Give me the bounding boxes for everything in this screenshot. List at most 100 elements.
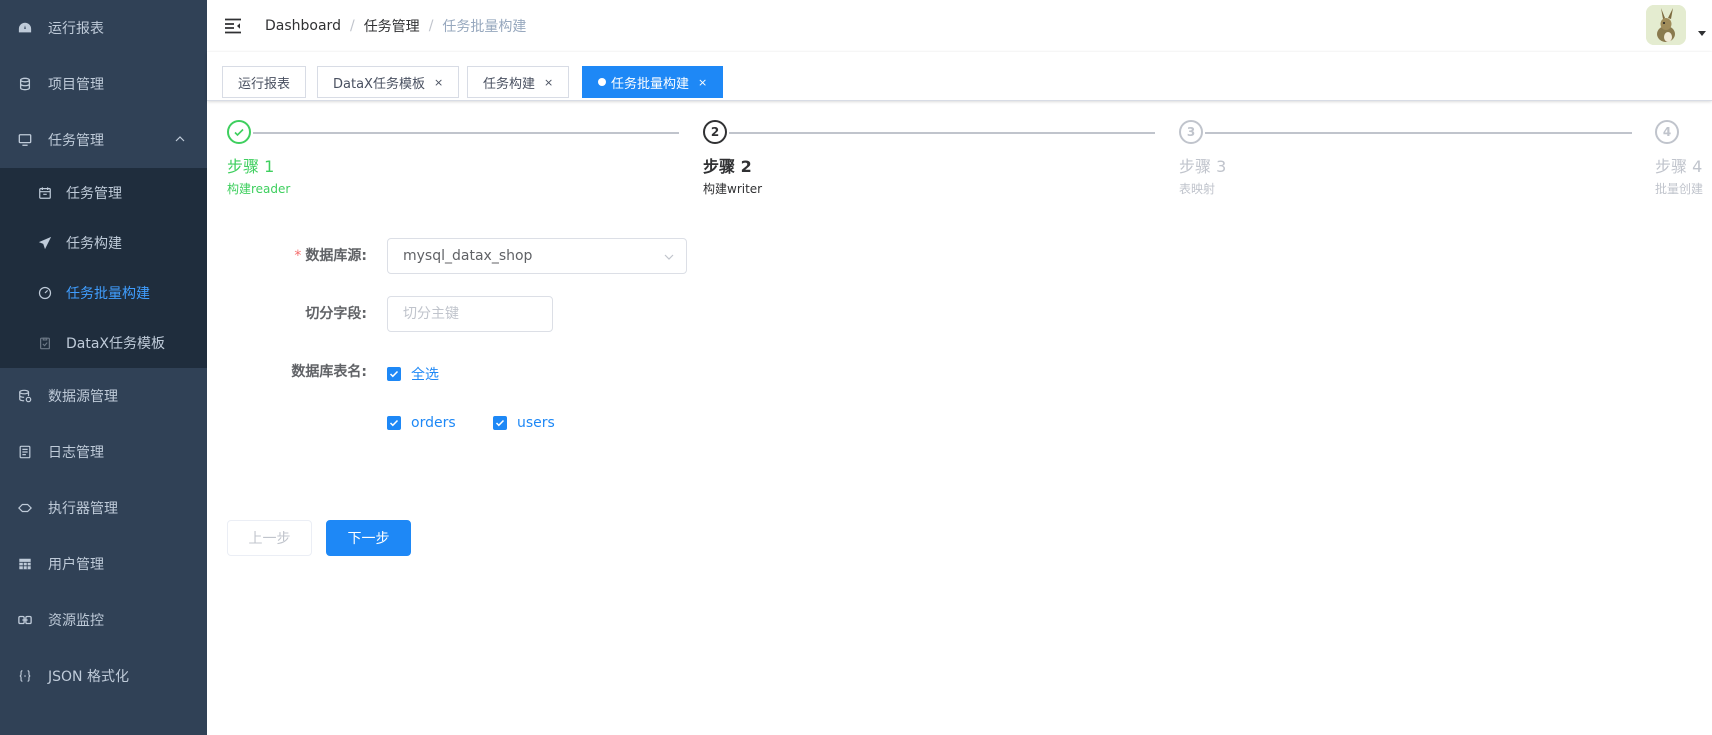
table-checkbox-users[interactable]: users — [493, 415, 555, 431]
table-checkbox-orders[interactable]: orders — [387, 415, 456, 431]
sidebar-item-label: 任务管理 — [48, 133, 104, 149]
table-icon — [18, 557, 32, 571]
datasource-select-value: mysql_datax_shop — [403, 248, 533, 264]
tag-batch-build[interactable]: 任务批量构建 × — [582, 66, 724, 98]
step-1-check-icon — [227, 120, 251, 144]
sidebar-item-executors[interactable]: 执行器管理 — [0, 480, 207, 536]
sidebar-item-label: 项目管理 — [48, 77, 104, 93]
step-line — [253, 132, 679, 134]
submenu-item-task-management[interactable]: 任务管理 — [0, 168, 207, 218]
breadcrumb: Dashboard / 任务管理 / 任务批量构建 — [265, 0, 526, 52]
step-3-title: 步骤 3 — [1179, 157, 1227, 176]
step-4-icon: 4 — [1655, 120, 1679, 144]
chevron-up-icon — [175, 136, 185, 142]
step-3-icon: 3 — [1179, 120, 1203, 144]
breadcrumb-separator: / — [349, 18, 355, 34]
select-all-checkbox[interactable]: 全选 — [387, 364, 439, 384]
sidebar: 运行报表 项目管理 任务管理 任务管理 任务构建 任务批量构建 DataX任务模… — [0, 0, 207, 735]
database-icon — [18, 77, 32, 91]
sidebar-item-label: 数据源管理 — [48, 389, 118, 405]
checkbox-checked-icon — [493, 416, 507, 430]
step-2-icon: 2 — [703, 120, 727, 144]
dashboard-icon — [18, 21, 32, 35]
avatar[interactable] — [1646, 5, 1686, 45]
submenu-item-label: 任务管理 — [66, 186, 122, 202]
executor-icon — [18, 501, 32, 515]
step-1-description: 构建reader — [227, 182, 291, 196]
submenu-item-label: 任务批量构建 — [66, 286, 150, 302]
split-field-input[interactable] — [387, 296, 553, 332]
step-1-title: 步骤 1 — [227, 157, 275, 176]
sidebar-item-datasource[interactable]: 数据源管理 — [0, 368, 207, 424]
caret-down-icon[interactable] — [1698, 31, 1706, 36]
datasource-icon — [18, 389, 32, 403]
sidebar-item-task-management[interactable]: 任务管理 — [0, 112, 207, 168]
steps: 步骤 1 构建reader 2 步骤 2 构建writer 3 步骤 3 表映射… — [227, 120, 1712, 200]
step-2-title: 步骤 2 — [703, 157, 752, 176]
select-all-label: 全选 — [411, 367, 439, 383]
tag-label: DataX任务模板 — [333, 76, 425, 92]
tag-datax-template[interactable]: DataX任务模板 × — [317, 66, 460, 98]
step-4-description: 批量创建 — [1655, 182, 1704, 196]
step-line — [729, 132, 1155, 134]
submenu-item-batch-build[interactable]: 任务批量构建 — [0, 268, 207, 318]
sidebar-item-label: 运行报表 — [48, 21, 104, 37]
submenu-item-label: 任务构建 — [66, 236, 122, 252]
close-icon[interactable]: × — [698, 76, 707, 89]
step-3-description: 表映射 — [1179, 182, 1216, 196]
table-checkbox-label: orders — [411, 415, 456, 431]
required-mark: * — [294, 248, 302, 264]
sidebar-item-label: 执行器管理 — [48, 501, 118, 517]
document-icon — [18, 445, 32, 459]
prev-step-button[interactable]: 上一步 — [227, 520, 312, 556]
sidebar-item-resource-monitor[interactable]: 资源监控 — [0, 592, 207, 648]
close-icon[interactable]: × — [544, 76, 553, 89]
tags-view: 运行报表 DataX任务模板 × 任务构建 × 任务批量构建 × — [207, 52, 1712, 101]
checkbox-checked-icon — [387, 416, 401, 430]
sidebar-item-logs[interactable]: 日志管理 — [0, 424, 207, 480]
breadcrumb-home[interactable]: Dashboard — [265, 18, 341, 34]
submenu-item-task-build[interactable]: 任务构建 — [0, 218, 207, 268]
datasource-label-text: 数据库源: — [305, 248, 367, 264]
hamburger-icon[interactable] — [223, 16, 243, 36]
sidebar-item-label: 日志管理 — [48, 445, 104, 461]
sidebar-item-label: JSON 格式化 — [48, 669, 129, 685]
monitor-icon — [18, 133, 32, 147]
breadcrumb-parent: 任务管理 — [363, 19, 420, 35]
paper-plane-icon — [38, 236, 52, 250]
task-submenu: 任务管理 任务构建 任务批量构建 DataX任务模板 — [0, 168, 207, 368]
step-line — [1205, 132, 1632, 134]
monitor-link-icon — [18, 613, 32, 627]
checkbox-checked-icon — [387, 367, 401, 381]
tag-label: 运行报表 — [238, 76, 291, 92]
submenu-item-datax-template[interactable]: DataX任务模板 — [0, 318, 207, 368]
sidebar-item-users[interactable]: 用户管理 — [0, 536, 207, 592]
submenu-item-label: DataX任务模板 — [66, 336, 166, 352]
navbar: Dashboard / 任务管理 / 任务批量构建 — [207, 0, 1712, 53]
active-dot-icon — [598, 78, 606, 86]
sidebar-item-label: 用户管理 — [48, 557, 104, 573]
sidebar-item-label: 资源监控 — [48, 613, 104, 629]
close-icon[interactable]: × — [434, 76, 443, 89]
breadcrumb-separator: / — [428, 18, 434, 34]
json-braces-icon — [18, 669, 32, 683]
rabbit-avatar-image — [1646, 5, 1686, 45]
clipboard-icon — [38, 336, 52, 350]
tag-label: 任务构建 — [483, 76, 536, 92]
step-2-description: 构建writer — [703, 182, 763, 196]
table-checkbox-label: users — [517, 415, 555, 431]
sidebar-item-json-format[interactable]: JSON 格式化 — [0, 648, 207, 704]
calendar-icon — [38, 186, 52, 200]
tag-label: 任务批量构建 — [611, 76, 690, 92]
chevron-down-icon — [664, 254, 674, 260]
split-field-label: 切分字段: — [305, 306, 367, 322]
breadcrumb-current: 任务批量构建 — [442, 19, 527, 35]
tag-task-build[interactable]: 任务构建 × — [467, 66, 570, 98]
next-step-button[interactable]: 下一步 — [326, 520, 411, 556]
datasource-select[interactable]: mysql_datax_shop — [387, 238, 687, 274]
tag-run-report[interactable]: 运行报表 — [222, 66, 307, 98]
sidebar-item-projects[interactable]: 项目管理 — [0, 56, 207, 112]
step-4-title: 步骤 4 — [1655, 157, 1703, 176]
sidebar-item-run-report[interactable]: 运行报表 — [0, 0, 207, 56]
table-names-label: 数据库表名: — [291, 364, 367, 380]
